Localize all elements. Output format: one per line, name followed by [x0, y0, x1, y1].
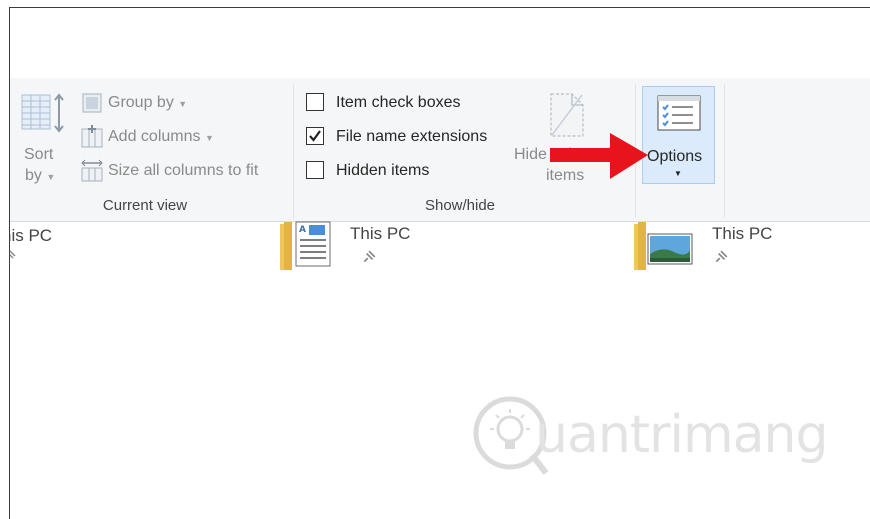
group-by-label: Group by	[108, 94, 174, 111]
sort-by-label-1: Sort	[24, 146, 54, 163]
chevron-down-icon: ▼	[674, 169, 682, 178]
file-name: This PC	[350, 224, 411, 243]
document-icon: A	[280, 221, 331, 270]
chevron-down-icon: ▼	[46, 172, 56, 182]
group-separator	[293, 84, 294, 218]
sort-by-button[interactable]: Sort	[24, 146, 53, 164]
chevron-down-icon: ▼	[178, 99, 188, 109]
add-columns-label: Add columns	[108, 128, 201, 145]
file-name-extensions-checkbox[interactable]	[306, 127, 324, 145]
file-explorer-window: Sort by ▼ Group by ▼ Add columns ▼ Size …	[9, 7, 870, 519]
options-label: Options	[647, 148, 703, 165]
pin-icon	[10, 250, 16, 259]
sort-by-button-line2[interactable]: by ▼	[25, 167, 55, 185]
checkmark-icon	[309, 130, 321, 142]
size-columns-button[interactable]: Size all columns to fit	[108, 162, 258, 180]
add-columns-button[interactable]: Add columns ▼	[108, 128, 214, 146]
item-check-boxes-checkbox[interactable]	[306, 93, 324, 111]
options-icon	[657, 95, 701, 131]
hidden-items-checkbox[interactable]	[306, 161, 324, 179]
file-name-extensions-label[interactable]: File name extensions	[336, 128, 487, 146]
show-hide-group-label: Show/hide	[424, 197, 496, 214]
file-name: his PC	[10, 226, 53, 245]
hidden-items-label[interactable]: Hidden items	[336, 162, 429, 180]
group-by-button[interactable]: Group by ▼	[108, 94, 187, 112]
chevron-down-icon: ▼	[204, 133, 214, 143]
watermark-logo: uantrimang	[470, 393, 830, 483]
pin-icon	[363, 250, 376, 263]
watermark-text: uantrimang	[535, 405, 828, 465]
group-by-icon	[82, 93, 102, 113]
svg-text:A: A	[299, 225, 306, 235]
sort-by-icon	[21, 93, 64, 133]
size-columns-label: Size all columns to fit	[108, 162, 259, 179]
file-name: This PC	[712, 224, 773, 243]
options-button[interactable]: Options ▼	[642, 86, 715, 184]
view-ribbon: Sort by ▼ Group by ▼ Add columns ▼ Size …	[10, 78, 870, 222]
size-columns-icon	[81, 159, 103, 182]
item-check-boxes-label[interactable]: Item check boxes	[336, 94, 461, 112]
group-separator	[724, 84, 725, 218]
picture-folder-icon	[634, 222, 693, 270]
sort-by-label-2: by	[25, 167, 42, 184]
add-columns-icon	[81, 125, 103, 148]
current-view-group-label: Current view	[102, 197, 188, 214]
pin-icon	[715, 250, 728, 263]
red-arrow-icon	[550, 133, 648, 179]
